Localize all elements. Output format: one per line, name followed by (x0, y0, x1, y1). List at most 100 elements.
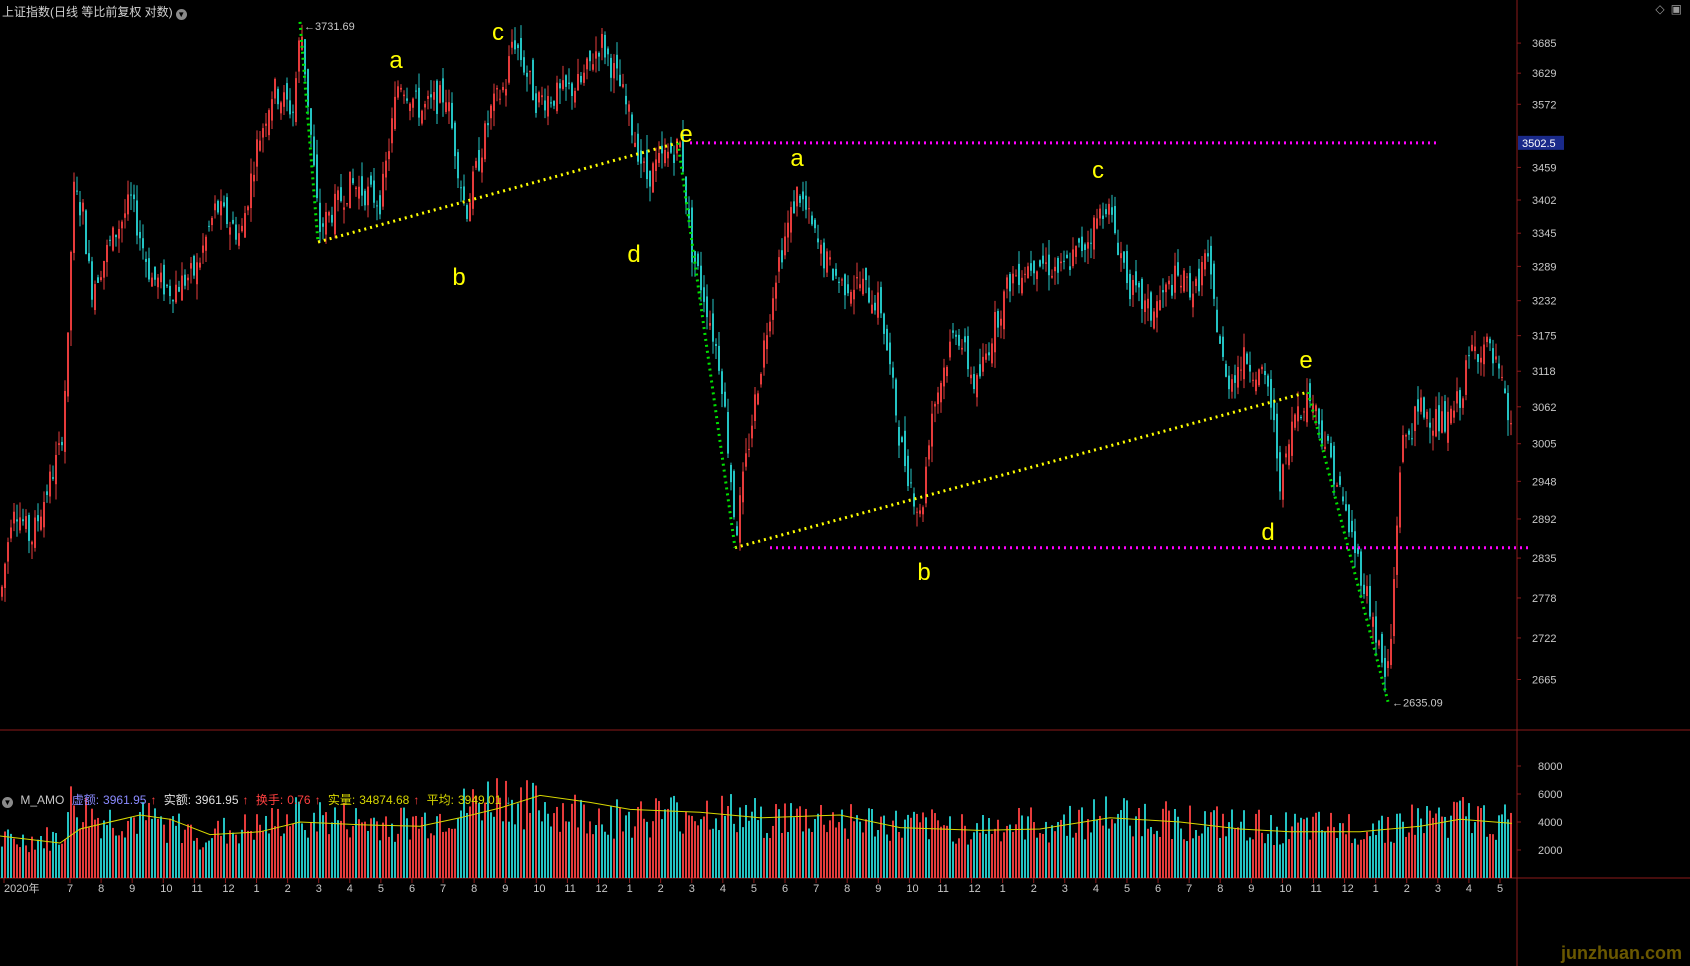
indicator-header: ▼ M_AMO 虚额: 3961.95 ↑ 实额: 3961.95 ↑ 换手: 0.76 ↑… (2, 793, 512, 808)
candle (502, 87, 504, 91)
volume-bar (778, 809, 780, 878)
candle (1294, 414, 1296, 428)
volume-bar (907, 814, 909, 878)
candle (538, 92, 540, 103)
price-tag: 3502.5 (1522, 138, 1556, 150)
volume-bar (253, 839, 255, 878)
candle (790, 207, 792, 233)
volume-bar (793, 817, 795, 878)
candle (475, 161, 477, 168)
diamond-icon[interactable]: ◇ (1655, 2, 1664, 16)
pingjun-value: 3949.01 (458, 793, 502, 807)
volume-bar (1345, 834, 1347, 878)
candle (1162, 290, 1164, 293)
candle (376, 205, 378, 207)
candle (1228, 375, 1230, 390)
candle (1270, 379, 1272, 408)
volume-bar (568, 821, 570, 878)
candle (862, 278, 864, 295)
volume-bar (1369, 836, 1371, 878)
candle (556, 82, 558, 112)
volume-bar (1330, 812, 1332, 878)
candle (337, 190, 339, 200)
volume-bar (841, 809, 843, 878)
candle (994, 312, 996, 353)
volume-bar (772, 825, 774, 878)
volume-bar (541, 821, 543, 878)
candle (1129, 273, 1131, 300)
candle (1102, 215, 1104, 219)
candle (868, 287, 870, 303)
volume-bar (700, 819, 702, 878)
indicator-menu-icon[interactable]: ▼ (2, 797, 13, 808)
volume-bar (775, 804, 777, 878)
volume-bar (1174, 808, 1176, 878)
candle (910, 482, 912, 484)
candle (571, 83, 573, 96)
volume-bar (271, 808, 273, 878)
candle (25, 516, 27, 530)
volume-bar (862, 832, 864, 878)
candle (1114, 206, 1116, 234)
candle (604, 34, 606, 58)
candle (19, 517, 21, 531)
x-tick-label: 1 (254, 883, 260, 895)
volume-bar (481, 820, 483, 878)
volume-bar (1456, 802, 1458, 878)
candle (523, 57, 525, 73)
candle (1078, 238, 1080, 243)
candle (394, 96, 396, 130)
volume-bar (406, 818, 408, 878)
candle (718, 345, 720, 371)
volume-bar (1081, 807, 1083, 878)
volume-bar (1366, 831, 1368, 878)
candle (1225, 363, 1227, 377)
volume-bar (970, 839, 972, 878)
volume-bar (1189, 805, 1191, 878)
volume-bar (1135, 816, 1137, 878)
volume-bar (808, 828, 810, 878)
xuer-value: 3961.95 (103, 793, 147, 807)
volume-bar (511, 799, 513, 878)
candle (880, 287, 882, 314)
y-tick-label: 3062 (1532, 402, 1556, 414)
candle (184, 274, 186, 286)
candle (496, 88, 498, 90)
volume-bar (640, 801, 642, 878)
y-tick-label: 2948 (1532, 476, 1556, 488)
chart-canvas[interactable]: 3685362935723459340233453289323231753118… (0, 0, 1690, 966)
volume-bar (1111, 819, 1113, 878)
window-toggle-icon[interactable]: ▣ (1671, 2, 1682, 16)
volume-bar (526, 780, 528, 878)
volume-bar (1258, 809, 1260, 878)
candle (586, 58, 588, 70)
candle (235, 224, 237, 240)
volume-bar (214, 828, 216, 878)
y-tick-label: 3629 (1532, 68, 1556, 80)
candle (1396, 525, 1398, 575)
volume-bar (370, 818, 372, 878)
candle (865, 267, 867, 281)
top-right-icons: ◇ ▣ (1649, 2, 1682, 16)
volume-bar (1216, 806, 1218, 878)
candle (10, 527, 12, 539)
volume-bar (1102, 825, 1104, 878)
volume-bar (706, 800, 708, 878)
volume-bar (316, 831, 318, 878)
volume-bar (1357, 844, 1359, 878)
candle (1021, 277, 1023, 294)
candle (145, 258, 147, 262)
candle (472, 171, 474, 209)
chevron-down-icon[interactable]: ▼ (175, 9, 187, 20)
candle (595, 51, 597, 59)
x-tick-label: 10 (160, 883, 172, 895)
x-tick-label: 9 (502, 883, 508, 895)
x-tick-label: 1 (1373, 883, 1379, 895)
volume-bar (904, 819, 906, 878)
volume-bar (1336, 838, 1338, 878)
volume-bar (1495, 839, 1497, 878)
candle (883, 313, 885, 334)
candle (331, 214, 333, 223)
volume-bar (709, 829, 711, 878)
volume-bar (145, 820, 147, 878)
